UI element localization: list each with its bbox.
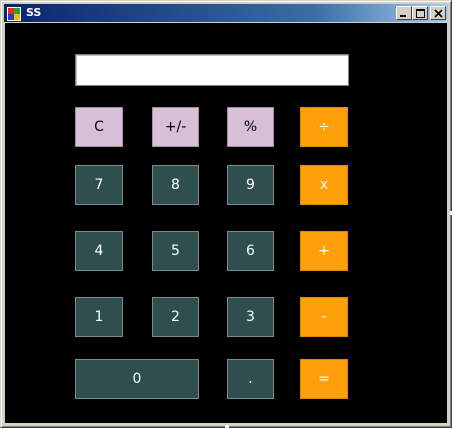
- calculator-window: SS C +/- % ÷ 7 8 9 x 4 5 6 + 1 2 3 - 0 .…: [0, 0, 452, 428]
- digit-6-button[interactable]: 6: [227, 231, 274, 271]
- decimal-button[interactable]: .: [227, 359, 274, 399]
- window-title: SS: [26, 6, 42, 19]
- subtract-button[interactable]: -: [300, 297, 348, 337]
- digit-2-button[interactable]: 2: [152, 297, 199, 337]
- title-bar[interactable]: SS: [4, 4, 448, 22]
- equals-button[interactable]: =: [300, 359, 348, 399]
- multiply-button[interactable]: x: [300, 165, 348, 205]
- digit-0-button[interactable]: 0: [75, 359, 199, 399]
- add-button[interactable]: +: [300, 231, 348, 271]
- clear-button[interactable]: C: [75, 107, 123, 147]
- minimize-icon: [400, 15, 406, 17]
- digit-9-button[interactable]: 9: [227, 165, 274, 205]
- resize-grip-bottom[interactable]: [225, 425, 229, 429]
- digit-5-button[interactable]: 5: [152, 231, 199, 271]
- minimize-button[interactable]: [396, 6, 412, 20]
- digit-1-button[interactable]: 1: [75, 297, 123, 337]
- close-button[interactable]: [430, 6, 446, 20]
- digit-3-button[interactable]: 3: [227, 297, 274, 337]
- sign-toggle-button[interactable]: +/-: [152, 107, 199, 147]
- maximize-icon: [416, 9, 425, 18]
- digit-8-button[interactable]: 8: [152, 165, 199, 205]
- close-icon: [434, 9, 443, 18]
- digit-7-button[interactable]: 7: [75, 165, 123, 205]
- resize-grip-right[interactable]: [450, 211, 454, 215]
- maximize-button[interactable]: [412, 6, 428, 20]
- digit-4-button[interactable]: 4: [75, 231, 123, 271]
- caption-buttons: [396, 6, 446, 20]
- percent-button[interactable]: %: [227, 107, 274, 147]
- display-field[interactable]: [75, 54, 349, 86]
- calculator-body: C +/- % ÷ 7 8 9 x 4 5 6 + 1 2 3 - 0 . =: [5, 23, 447, 423]
- divide-button[interactable]: ÷: [300, 107, 348, 147]
- app-window-icon[interactable]: [7, 6, 21, 21]
